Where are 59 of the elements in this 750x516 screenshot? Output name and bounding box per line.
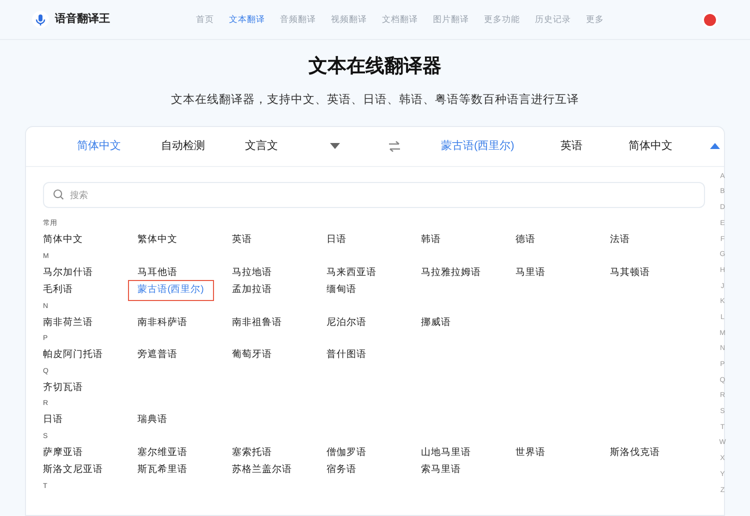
logo-text: 语音翻译王 — [55, 12, 110, 28]
language-option[interactable]: 苏格兰盖尔语 — [230, 463, 294, 478]
language-option[interactable]: 帕皮阿门托语 — [41, 348, 105, 363]
language-option[interactable]: 南非祖鲁语 — [230, 316, 284, 330]
language-option[interactable]: 日语 — [41, 413, 65, 428]
language-option[interactable]: 日语 — [324, 233, 348, 248]
language-option[interactable]: 斯瓦希里语 — [136, 463, 190, 478]
language-option[interactable]: 普什图语 — [324, 348, 368, 363]
language-option[interactable]: 斯洛文尼亚语 — [41, 463, 105, 478]
language-option[interactable]: 韩语 — [419, 233, 443, 248]
language-option[interactable]: 毛利语 — [41, 283, 75, 298]
language-option[interactable]: 尼泊尔语 — [324, 316, 368, 330]
language-option[interactable]: 塞索托语 — [230, 446, 274, 460]
language-option[interactable]: 马拉雅拉姆语 — [419, 266, 483, 280]
language-option[interactable]: 马耳他语 — [136, 266, 180, 280]
language-option[interactable]: 南非荷兰语 — [41, 316, 95, 330]
page-title: 文本在线翻译器 — [308, 54, 442, 79]
language-tab[interactable]: 简体中文 — [628, 138, 672, 154]
language-option[interactable]: 萨摩亚语 — [41, 446, 85, 460]
language-tab[interactable]: 简体中文 — [77, 138, 121, 154]
language-option[interactable]: 宿务语 — [324, 463, 358, 478]
page-subtitle: 文本在线翻译器，支持中文、英语、日语、韩语、粤语等数百种语言进行互译 — [170, 92, 580, 108]
language-tab[interactable]: 蒙古语(西里尔) — [441, 138, 514, 154]
microphone-logo-icon — [32, 11, 49, 28]
language-tab[interactable]: 文言文 — [245, 138, 278, 154]
language-tab[interactable]: 英语 — [560, 138, 582, 154]
language-option[interactable]: 缅甸语 — [324, 283, 358, 298]
language-option[interactable]: 繁体中文 — [136, 233, 180, 248]
language-option[interactable]: 挪威语 — [419, 316, 453, 330]
language-option[interactable]: 旁遮普语 — [136, 348, 180, 363]
language-option[interactable]: 马里语 — [514, 266, 548, 280]
nav-link[interactable]: 文本翻译 — [229, 13, 265, 26]
language-option[interactable]: 英语 — [230, 233, 254, 248]
swap-icon[interactable] — [388, 140, 401, 152]
language-option[interactable]: 法语 — [608, 233, 632, 248]
language-option[interactable]: 僧伽罗语 — [324, 446, 368, 460]
caret-up-icon[interactable] — [710, 143, 720, 150]
language-option[interactable]: 简体中文 — [41, 233, 85, 248]
language-option[interactable]: 塞尔维亚语 — [136, 446, 190, 460]
language-option[interactable]: 山地马里语 — [419, 446, 473, 460]
search-icon — [53, 189, 64, 200]
language-option[interactable]: 齐切瓦语 — [41, 380, 85, 396]
language-tab[interactable]: 自动检测 — [161, 138, 205, 154]
language-option[interactable]: 南非科萨语 — [136, 316, 190, 330]
caret-down-icon[interactable] — [330, 143, 340, 150]
language-option[interactable]: 索马里语 — [419, 463, 463, 478]
language-option[interactable]: 葡萄牙语 — [230, 348, 274, 363]
avatar[interactable] — [702, 12, 718, 28]
language-option[interactable]: 世界语 — [514, 446, 548, 460]
language-option[interactable]: 马其顿语 — [608, 266, 652, 280]
language-option[interactable]: 马尔加什语 — [41, 266, 95, 280]
language-option[interactable]: 蒙古语(西里尔) — [128, 281, 213, 300]
language-option[interactable]: 瑞典语 — [136, 413, 170, 428]
language-option[interactable]: 斯洛伐克语 — [608, 446, 662, 460]
language-option[interactable]: 德语 — [514, 233, 538, 248]
language-option[interactable]: 马来西亚语 — [324, 266, 378, 280]
language-option[interactable]: 马拉地语 — [230, 266, 274, 280]
search-field[interactable]: 搜索 — [43, 182, 704, 208]
language-option[interactable]: 孟加拉语 — [230, 283, 274, 298]
